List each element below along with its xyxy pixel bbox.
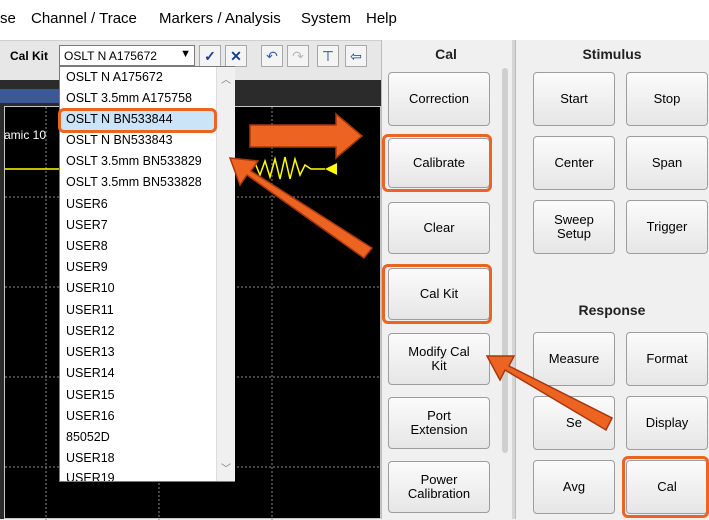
arrow-right-icon xyxy=(249,112,364,160)
arrow-up-left-icon xyxy=(485,355,614,432)
annotation-arrows xyxy=(228,112,614,432)
arrow-up-left-icon xyxy=(228,157,374,260)
